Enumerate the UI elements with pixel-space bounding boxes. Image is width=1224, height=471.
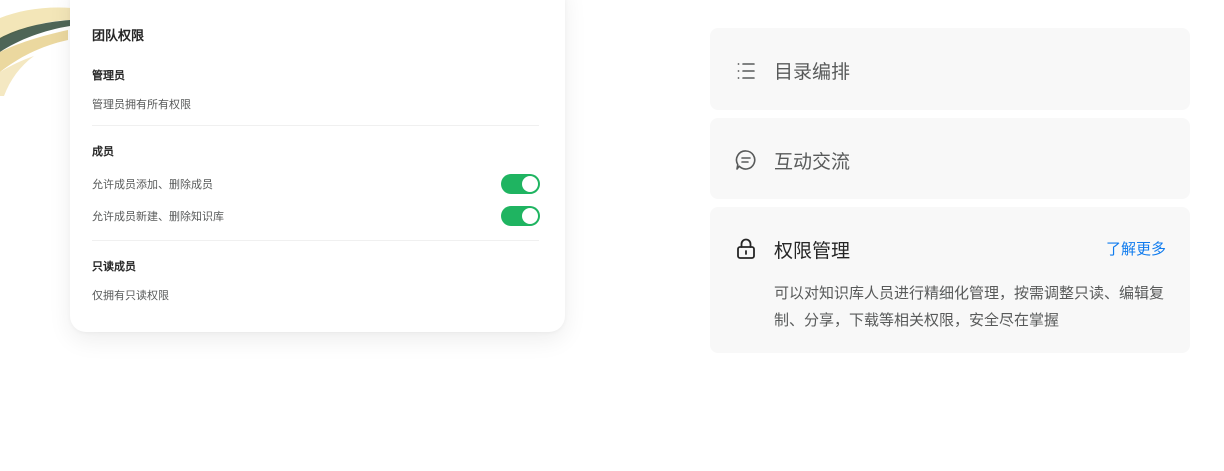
feature-title: 目录编排	[774, 61, 851, 83]
option-row-manage-libraries: 允许成员新建、删除知识库	[92, 206, 540, 226]
option-label-manage-libraries: 允许成员新建、删除知识库	[92, 210, 224, 223]
feature-interaction[interactable]: 互动交流	[710, 118, 1190, 199]
section-title-readonly: 只读成员	[92, 260, 136, 273]
feature-directory[interactable]: 目录编排	[710, 28, 1190, 110]
chat-icon	[734, 148, 758, 172]
decorative-brush-stroke	[0, 7, 72, 96]
divider	[92, 125, 539, 126]
learn-more-link[interactable]: 了解更多	[1106, 238, 1166, 259]
section-title-admin: 管理员	[92, 69, 125, 82]
section-desc-admin: 管理员拥有所有权限	[92, 98, 191, 111]
toggle-manage-libraries[interactable]	[501, 206, 540, 226]
toggle-manage-members[interactable]	[501, 174, 540, 194]
list-icon	[734, 59, 758, 83]
card-title: 团队权限	[92, 29, 145, 44]
feature-title: 权限管理	[774, 240, 851, 262]
feature-description: 可以对知识库人员进行精细化管理，按需调整只读、编辑复制、分享，下载等相关权限，安…	[774, 284, 1165, 329]
team-permissions-card: 团队权限 管理员 管理员拥有所有权限 成员 允许成员添加、删除成员 允许成员新建…	[70, 0, 565, 332]
option-label-manage-members: 允许成员添加、删除成员	[92, 178, 213, 191]
lock-icon	[734, 237, 758, 261]
feature-permissions[interactable]: 权限管理 了解更多 可以对知识库人员进行精细化管理，按需调整只读、编辑复制、分享…	[710, 207, 1190, 353]
toggle-knob	[522, 176, 538, 192]
section-desc-readonly: 仅拥有只读权限	[92, 289, 169, 302]
page: 团队权限 管理员 管理员拥有所有权限 成员 允许成员添加、删除成员 允许成员新建…	[0, 0, 1224, 471]
option-row-manage-members: 允许成员添加、删除成员	[92, 174, 540, 194]
divider	[92, 240, 539, 241]
section-title-member: 成员	[92, 145, 114, 158]
toggle-knob	[522, 208, 538, 224]
feature-title: 互动交流	[774, 151, 851, 173]
